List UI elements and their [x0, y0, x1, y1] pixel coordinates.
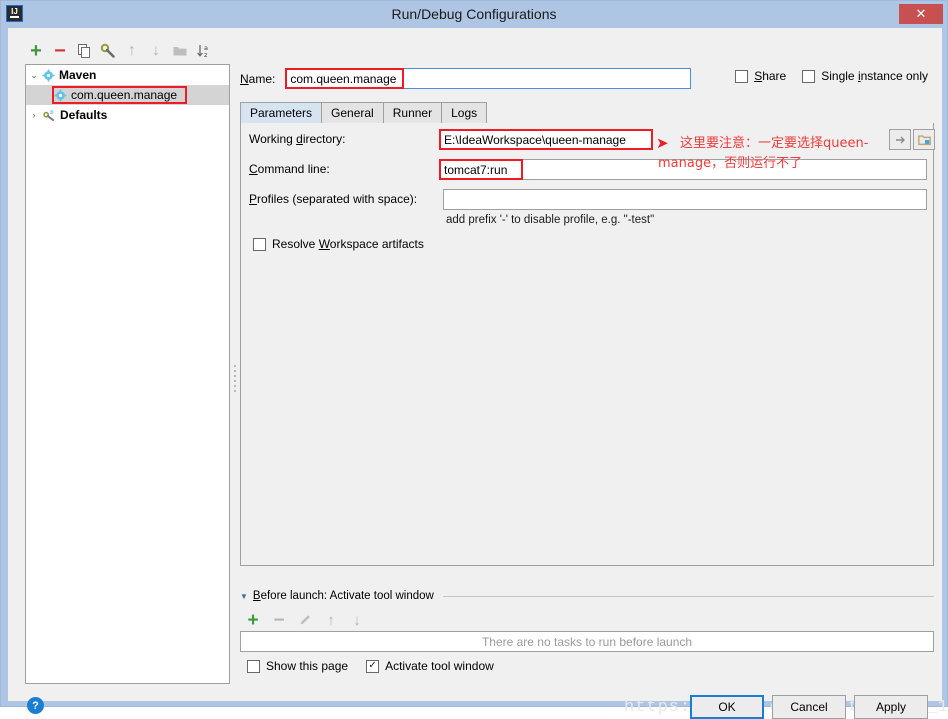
- configuration-options: Share Single instance only: [735, 69, 928, 83]
- show-this-page-label: Show this page: [266, 659, 349, 673]
- profiles-field-wrap: [443, 189, 927, 210]
- app-icon-bar: [10, 16, 19, 18]
- app-icon-letters: IJ: [11, 7, 18, 16]
- help-icon[interactable]: ?: [27, 697, 44, 714]
- dialog-body: + − ↑ ↓ a z ⌄ Maven com.queen.manage › D…: [8, 28, 948, 719]
- working-directory-label: Working directory:: [249, 132, 346, 146]
- collapse-triangle-icon[interactable]: ▼: [240, 592, 248, 601]
- tree-node-label: Defaults: [60, 108, 108, 122]
- profiles-input[interactable]: [443, 189, 927, 210]
- edit-templates-wrench-icon[interactable]: [97, 40, 119, 62]
- chevron-right-icon[interactable]: ›: [26, 110, 42, 120]
- chevron-down-icon[interactable]: ⌄: [26, 70, 42, 81]
- move-task-up-button[interactable]: ↑: [320, 609, 342, 631]
- tree-node-label: Maven: [59, 68, 97, 82]
- before-launch-header: ▼ Before launch: Activate tool window: [240, 590, 934, 602]
- move-down-button[interactable]: ↓: [145, 40, 167, 62]
- panel-splitter-handle[interactable]: [232, 356, 238, 400]
- copy-configuration-icon[interactable]: [73, 40, 95, 62]
- tab-general[interactable]: General: [321, 102, 384, 123]
- before-launch-options: Show this page ✓ Activate tool window: [247, 659, 494, 673]
- profiles-label: Profiles (separated with space):: [249, 192, 418, 206]
- close-icon[interactable]: ✕: [899, 4, 943, 24]
- cancel-button[interactable]: Cancel: [772, 695, 846, 719]
- configurations-toolbar: + − ↑ ↓ a z: [25, 38, 230, 64]
- before-launch-toolbar: + − ↑ ↓: [242, 609, 368, 631]
- add-configuration-button[interactable]: +: [25, 40, 47, 62]
- defaults-wrench-icon: [42, 109, 56, 122]
- command-line-input[interactable]: [439, 159, 927, 180]
- empty-tasks-text: There are no tasks to run before launch: [481, 634, 693, 649]
- move-task-down-button[interactable]: ↓: [346, 609, 368, 631]
- browse-folder-button[interactable]: [913, 129, 935, 150]
- profiles-hint: add prefix '-' to disable profile, e.g. …: [446, 214, 655, 226]
- remove-configuration-button[interactable]: −: [49, 40, 71, 62]
- maven-gear-icon: [54, 88, 67, 102]
- remove-task-button[interactable]: −: [268, 609, 290, 631]
- parameters-tab-panel: Working directory: Command line:: [240, 123, 935, 566]
- before-launch-title: Before launch: Activate tool window: [252, 590, 434, 602]
- share-checkbox-box[interactable]: [735, 69, 749, 83]
- tree-node-label: com.queen.manage: [71, 88, 178, 102]
- tree-node-defaults[interactable]: › Defaults: [26, 105, 229, 125]
- svg-text:z: z: [204, 51, 208, 59]
- single-instance-only-checkbox-label: Single instance only: [821, 69, 928, 83]
- name-label: Name:: [240, 71, 276, 86]
- activate-tool-window-checkbox-box[interactable]: ✓: [366, 659, 380, 673]
- expand-macros-button[interactable]: [889, 129, 911, 150]
- show-this-page-checkbox-box[interactable]: [247, 659, 260, 673]
- tree-node-maven[interactable]: ⌄ Maven: [26, 65, 229, 85]
- run-debug-configurations-window: IJ Run/Debug Configurations ✕ + − ↑ ↓ a …: [0, 0, 948, 719]
- resolve-workspace-artifacts-checkbox-box[interactable]: [253, 237, 266, 251]
- maven-gear-icon: [42, 68, 55, 82]
- tab-parameters[interactable]: Parameters: [240, 102, 323, 123]
- apply-button[interactable]: Apply: [854, 695, 928, 719]
- share-checkbox-label: Share: [754, 69, 787, 83]
- section-divider: [442, 595, 934, 597]
- name-input[interactable]: [285, 68, 692, 89]
- dialog-buttons: OK Cancel Apply: [690, 695, 928, 719]
- intellij-idea-icon: IJ: [6, 5, 23, 22]
- resolve-workspace-artifacts-checkbox[interactable]: Resolve Workspace artifacts: [253, 237, 424, 251]
- command-line-row: Command line:: [249, 162, 330, 176]
- activate-tool-window-label: Activate tool window: [385, 659, 494, 673]
- tab-strip: Parameters General Runner Logs: [240, 102, 934, 124]
- single-instance-only-checkbox-box[interactable]: [802, 69, 816, 83]
- before-launch-tasks-list[interactable]: There are no tasks to run before launch: [240, 631, 934, 652]
- create-folder-icon[interactable]: [169, 40, 191, 62]
- working-directory-field-wrap: [439, 129, 653, 150]
- ok-button[interactable]: OK: [690, 695, 764, 719]
- tab-logs[interactable]: Logs: [441, 102, 488, 123]
- profiles-row: Profiles (separated with space):: [249, 192, 417, 206]
- resolve-workspace-artifacts-label: Resolve Workspace artifacts: [272, 237, 424, 251]
- window-title: Run/Debug Configurations: [391, 5, 557, 22]
- single-instance-only-checkbox[interactable]: Single instance only: [802, 69, 928, 83]
- command-line-label: Command line:: [249, 162, 330, 176]
- working-directory-input[interactable]: [439, 129, 653, 150]
- share-checkbox[interactable]: Share: [735, 69, 786, 83]
- show-this-page-checkbox[interactable]: Show this page: [247, 659, 348, 673]
- title-bar: IJ Run/Debug Configurations ✕: [1, 1, 947, 26]
- tree-node-com-queen-manage[interactable]: com.queen.manage: [26, 85, 229, 105]
- command-line-field-wrap: [439, 159, 927, 180]
- sort-az-icon[interactable]: a z: [193, 40, 215, 62]
- working-directory-row: Working directory:: [249, 132, 346, 146]
- configurations-tree[interactable]: ⌄ Maven com.queen.manage › Defaults: [25, 64, 230, 684]
- name-row: Name:: [240, 68, 692, 89]
- move-up-button[interactable]: ↑: [121, 40, 143, 62]
- add-task-button[interactable]: +: [242, 609, 264, 631]
- tab-runner[interactable]: Runner: [382, 102, 443, 123]
- activate-tool-window-checkbox[interactable]: ✓ Activate tool window: [366, 659, 494, 673]
- edit-task-pencil-icon[interactable]: [294, 609, 316, 631]
